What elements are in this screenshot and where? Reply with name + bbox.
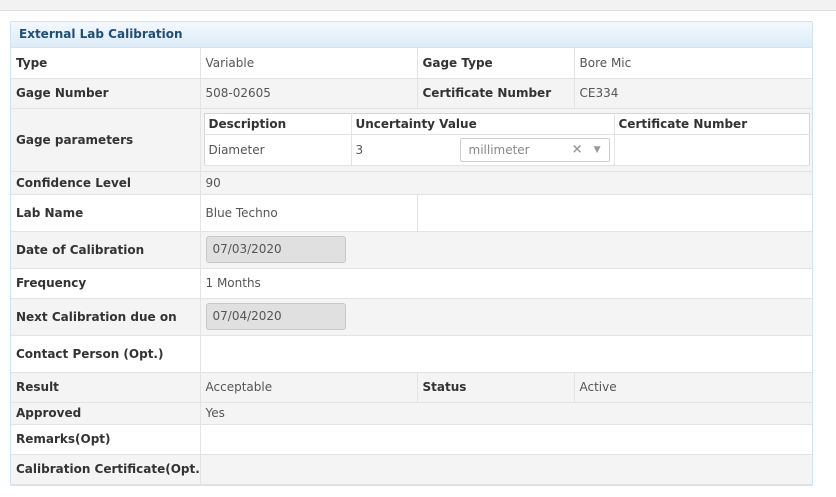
row-lab-name: Lab Name Blue Techno bbox=[11, 193, 812, 232]
gage-parameters-table: Description Uncertainty Value Certificat… bbox=[203, 113, 810, 166]
result-label: Result bbox=[11, 371, 201, 403]
row-gage-parameters: Gage parameters Description Uncertainty … bbox=[11, 107, 812, 172]
confidence-value: 90 bbox=[199, 170, 812, 195]
row-date-of-calibration: Date of Calibration 07/03/2020 bbox=[11, 230, 812, 269]
status-label: Status bbox=[416, 371, 575, 403]
uncertainty-header: Uncertainty Value bbox=[350, 113, 615, 135]
row-approved: Approved Yes bbox=[11, 401, 812, 425]
confidence-label: Confidence Level bbox=[11, 170, 201, 195]
external-lab-calibration-panel: External Lab Calibration Type Variable G… bbox=[10, 21, 813, 486]
type-value: Variable bbox=[199, 48, 418, 79]
lab-name-label: Lab Name bbox=[11, 193, 201, 232]
certificate-number-label: Certificate Number bbox=[416, 77, 575, 109]
row-gage-number: Gage Number 508-02605 Certificate Number… bbox=[11, 77, 812, 109]
panel-title: External Lab Calibration bbox=[11, 22, 812, 48]
result-value: Acceptable bbox=[199, 371, 418, 403]
frequency-label: Frequency bbox=[11, 267, 201, 299]
gage-type-label: Gage Type bbox=[416, 48, 575, 79]
row-remarks: Remarks(Opt) bbox=[11, 423, 812, 455]
contact-person-value bbox=[199, 334, 812, 373]
row-frequency: Frequency 1 Months bbox=[11, 267, 812, 299]
row-result: Result Acceptable Status Active bbox=[11, 371, 812, 403]
top-bar bbox=[0, 0, 836, 11]
gage-number-value: 508-02605 bbox=[199, 77, 418, 109]
remarks-label: Remarks(Opt) bbox=[11, 423, 201, 455]
calibration-form-table: Type Variable Gage Type Bore Mic Gage Nu… bbox=[11, 48, 812, 485]
date-of-calibration-field[interactable]: 07/03/2020 bbox=[205, 236, 346, 263]
row-next-calibration: Next Calibration due on 07/04/2020 bbox=[11, 297, 812, 336]
close-icon[interactable]: × bbox=[572, 139, 583, 161]
date-of-calibration-cell: 07/03/2020 bbox=[199, 230, 812, 269]
gage-number-label: Gage Number bbox=[11, 77, 201, 109]
next-calibration-field[interactable]: 07/04/2020 bbox=[205, 303, 346, 330]
param-certificate-header: Certificate Number bbox=[613, 113, 809, 135]
row-type: Type Variable Gage Type Bore Mic bbox=[11, 48, 812, 79]
frequency-value: 1 Months bbox=[199, 267, 812, 299]
gage-parameters-row: Diameter 3 millimeter × ▼ bbox=[204, 134, 809, 166]
param-description: Diameter bbox=[204, 134, 352, 166]
contact-person-label: Contact Person (Opt.) bbox=[11, 334, 201, 373]
certificate-number-value: CE334 bbox=[573, 77, 812, 109]
param-uncertainty-cell: 3 millimeter × ▼ bbox=[350, 134, 615, 166]
type-label: Type bbox=[11, 48, 201, 79]
calibration-certificate-value bbox=[199, 453, 812, 485]
row-contact-person: Contact Person (Opt.) bbox=[11, 334, 812, 373]
date-of-calibration-label: Date of Calibration bbox=[11, 230, 201, 269]
gage-parameters-cell: Description Uncertainty Value Certificat… bbox=[199, 107, 812, 172]
next-calibration-label: Next Calibration due on bbox=[11, 297, 201, 336]
approved-value: Yes bbox=[199, 401, 812, 425]
gage-parameters-label: Gage parameters bbox=[11, 107, 201, 172]
remarks-value bbox=[199, 423, 812, 455]
param-uncertainty-value[interactable]: 3 bbox=[356, 143, 460, 157]
status-value: Active bbox=[573, 371, 812, 403]
lab-name-value: Blue Techno bbox=[199, 193, 418, 232]
calibration-certificate-label: Calibration Certificate(Opt.) bbox=[11, 453, 201, 485]
unit-select[interactable]: millimeter × ▼ bbox=[459, 138, 610, 162]
chevron-down-icon[interactable]: ▼ bbox=[594, 139, 601, 161]
gage-parameters-header-row: Description Uncertainty Value Certificat… bbox=[204, 113, 809, 135]
next-calibration-cell: 07/04/2020 bbox=[199, 297, 812, 336]
gage-type-value: Bore Mic bbox=[573, 48, 812, 79]
row-calibration-certificate: Calibration Certificate(Opt.) bbox=[11, 453, 812, 485]
approved-label: Approved bbox=[11, 401, 201, 425]
row-confidence: Confidence Level 90 bbox=[11, 170, 812, 195]
param-certificate-value[interactable] bbox=[613, 134, 809, 166]
lab-name-empty bbox=[416, 193, 812, 232]
unit-select-value: millimeter bbox=[468, 143, 530, 157]
description-header: Description bbox=[204, 113, 352, 135]
